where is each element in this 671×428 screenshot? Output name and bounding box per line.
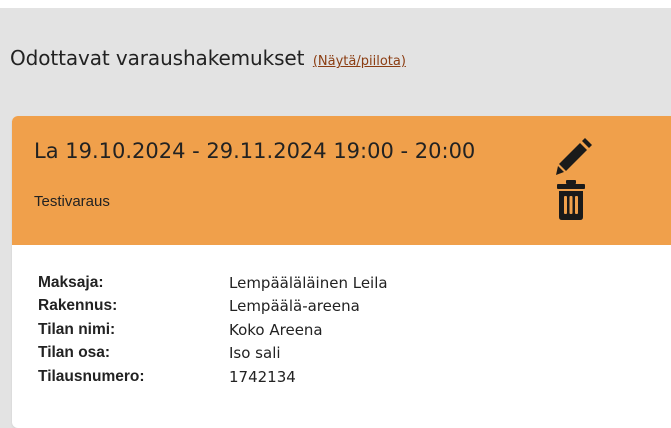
reservation-card: La 19.10.2024 - 29.11.2024 19:00 - 20:00…	[12, 116, 671, 428]
detail-label: Maksaja:	[38, 273, 104, 291]
detail-value: Lempäälä-areena	[229, 297, 360, 316]
detail-row-building: Rakennus: Lempäälä-areena	[38, 295, 388, 319]
section-header: Odottavat varaushakemukset (Näytä/piilot…	[10, 46, 406, 70]
detail-row-space-name: Tilan nimi: Koko Areena	[38, 318, 388, 342]
reservation-card-header: La 19.10.2024 - 29.11.2024 19:00 - 20:00…	[12, 116, 671, 245]
section-title: Odottavat varaushakemukset	[10, 46, 305, 70]
detail-value: Lempääläläinen Leila	[229, 273, 388, 292]
detail-row-space-part: Tilan osa: Iso sali	[38, 342, 388, 366]
detail-label: Tilan osa:	[38, 344, 111, 362]
detail-label: Rakennus:	[38, 297, 118, 315]
show-hide-toggle-link[interactable]: (Näytä/piilota)	[313, 54, 406, 69]
detail-label: Tilan nimi:	[38, 320, 116, 338]
detail-value: Koko Areena	[229, 320, 323, 339]
detail-row-payer: Maksaja: Lempääläläinen Leila	[38, 271, 388, 295]
reservation-date-range: La 19.10.2024 - 29.11.2024 19:00 - 20:00	[34, 139, 476, 163]
delete-trash-icon[interactable]	[555, 180, 587, 220]
reservation-details: Maksaja: Lempääläläinen Leila Rakennus: …	[38, 271, 388, 389]
detail-row-order-number: Tilausnumero: 1742134	[38, 365, 388, 389]
detail-value: 1742134	[229, 367, 296, 386]
reservation-title: Testivaraus	[34, 193, 110, 210]
edit-pencil-icon[interactable]	[556, 138, 592, 176]
detail-value: Iso sali	[229, 344, 281, 363]
pending-reservations-panel: Odottavat varaushakemukset (Näytä/piilot…	[0, 8, 671, 428]
detail-label: Tilausnumero:	[38, 367, 145, 385]
